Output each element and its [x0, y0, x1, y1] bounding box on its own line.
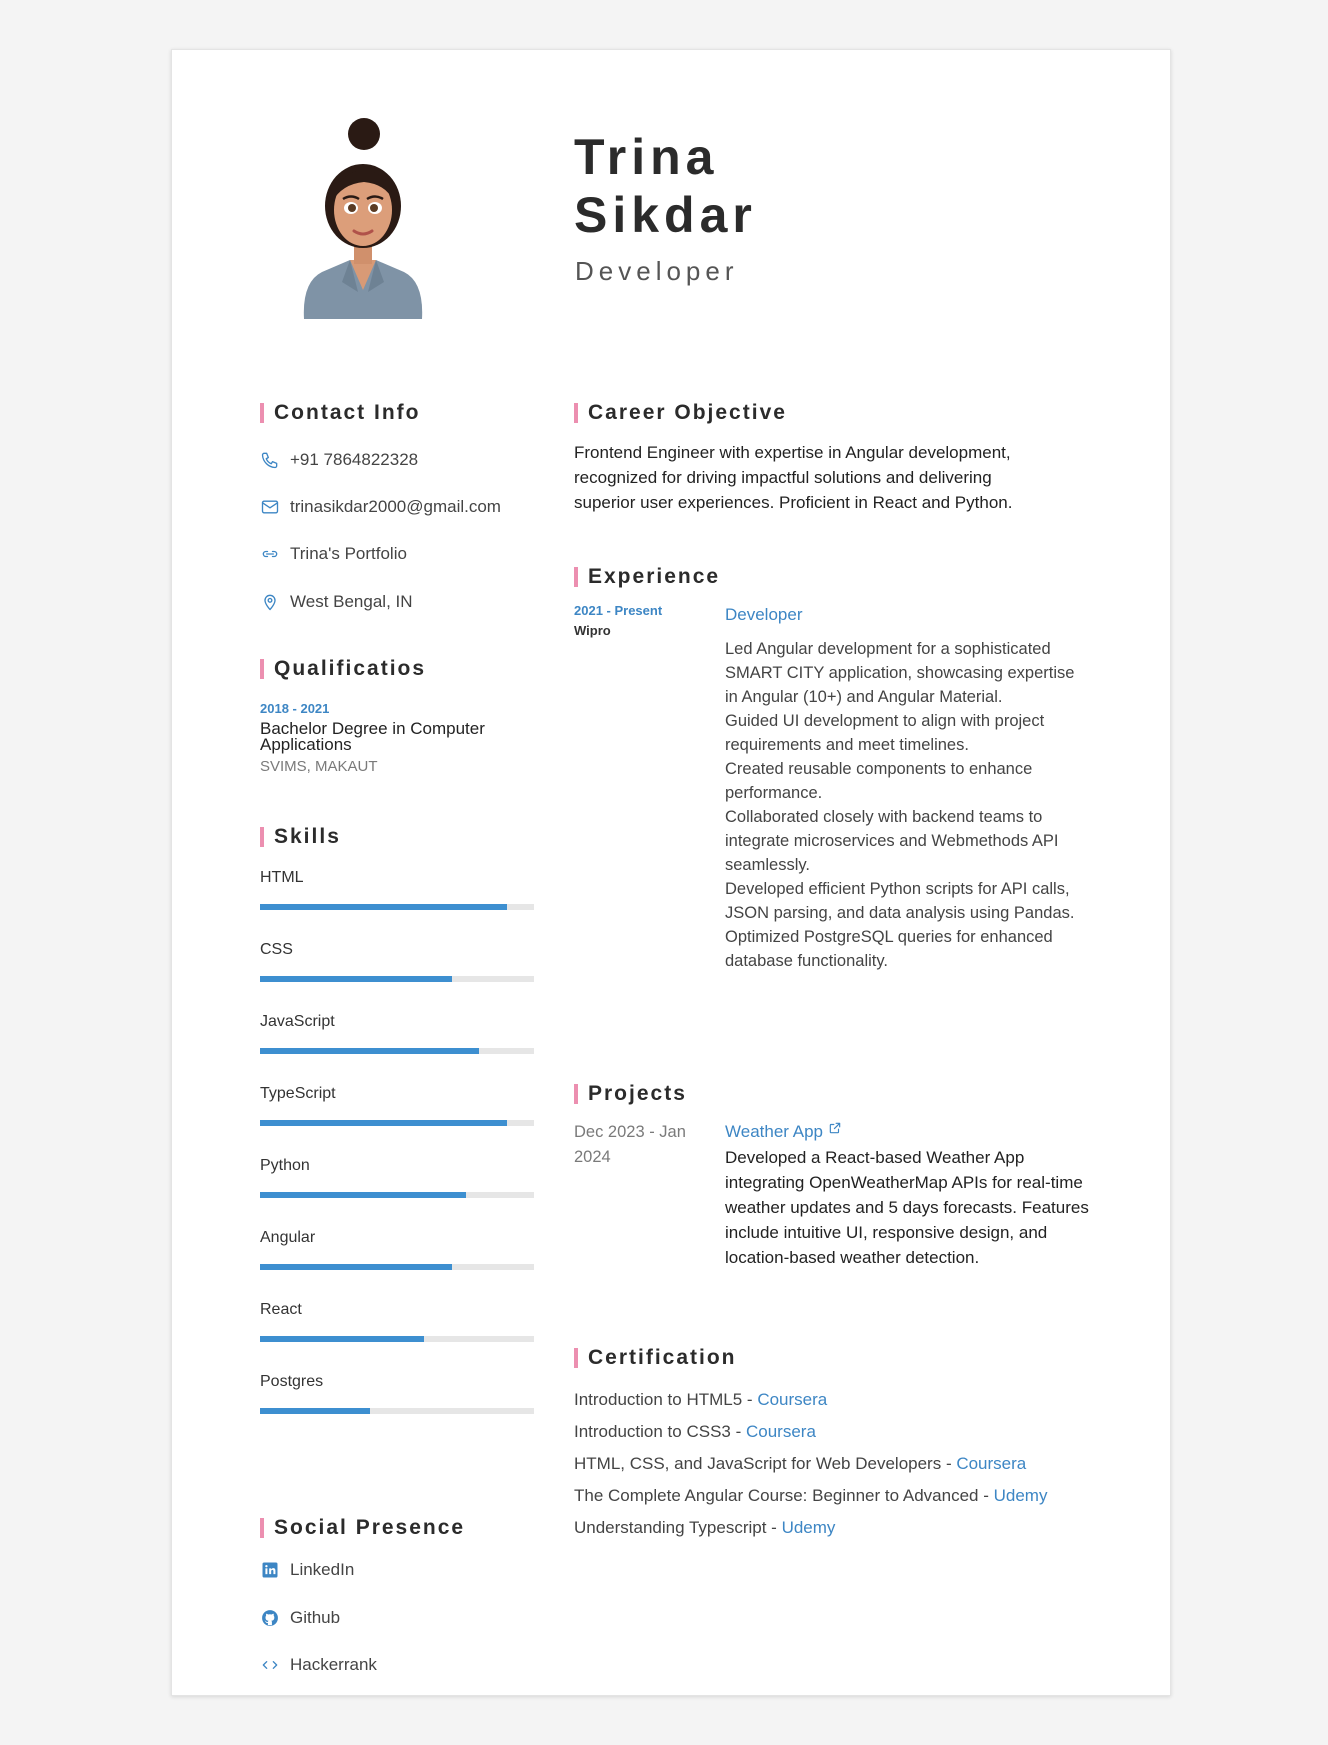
certification-course: The Complete Angular Course: Beginner to…: [574, 1486, 994, 1505]
resume-page: Trina Sikdar Developer Contact Info +91 …: [171, 49, 1171, 1696]
certification-item: The Complete Angular Course: Beginner to…: [574, 1486, 1047, 1506]
social-github[interactable]: Github: [260, 1608, 340, 1628]
hackerrank-label[interactable]: Hackerrank: [290, 1655, 377, 1675]
project-link[interactable]: Weather App: [725, 1122, 842, 1142]
job-title: Developer: [575, 256, 739, 286]
qualification-degree: Bachelor Degree in Computer Applications: [260, 719, 485, 754]
certification-provider-link[interactable]: Udemy: [994, 1486, 1048, 1505]
objective-heading: Career Objective: [574, 401, 787, 425]
certification-course: HTML, CSS, and JavaScript for Web Develo…: [574, 1454, 957, 1473]
contact-location: West Bengal, IN: [260, 592, 413, 612]
location-pin-icon: [264, 594, 276, 611]
skill-label: JavaScript: [260, 1013, 335, 1030]
phone-number: +91 7864822328: [290, 450, 419, 469]
experience-company: Wipro: [574, 623, 611, 638]
certification-provider-link[interactable]: Udemy: [782, 1518, 836, 1537]
skills-heading: Skills: [260, 825, 341, 849]
projects-heading: Projects: [574, 1082, 687, 1106]
certification-course: Understanding Typescript -: [574, 1518, 782, 1537]
skill-bar-fill: [260, 1192, 466, 1198]
skill-bar-track: [260, 1408, 534, 1414]
contact-phone: +91 7864822328: [260, 450, 418, 470]
mail-icon: [261, 500, 279, 514]
project-description: Developed a React-based Weather App inte…: [725, 1148, 1089, 1267]
experience-years: 2021 - Present: [574, 603, 663, 618]
github-label[interactable]: Github: [290, 1608, 340, 1628]
social-hackerrank[interactable]: Hackerrank: [260, 1655, 377, 1675]
skill-bar-track: [260, 976, 534, 982]
skill-bar-track: [260, 1192, 534, 1198]
certification-course: Introduction to HTML5 -: [574, 1390, 758, 1409]
last-name: Sikdar: [574, 187, 757, 243]
skill-bar-track: [260, 1264, 534, 1270]
portfolio-link[interactable]: Trina's Portfolio: [290, 544, 407, 564]
social-heading: Social Presence: [260, 1516, 465, 1540]
experience-heading: Experience: [574, 565, 720, 589]
certification-item: Understanding Typescript - Udemy: [574, 1518, 835, 1538]
skill-bar-track: [260, 1120, 534, 1126]
linkedin-icon: [262, 1562, 278, 1578]
contact-portfolio[interactable]: Trina's Portfolio: [260, 544, 407, 564]
skill-bar-fill: [260, 976, 452, 982]
skill-bar-track: [260, 1048, 534, 1054]
external-link-icon[interactable]: [828, 1121, 842, 1135]
skill-label: Python: [260, 1157, 310, 1174]
project-dates: Dec 2023 - Jan 2024: [574, 1123, 686, 1166]
skill-bar-fill: [260, 1408, 370, 1414]
code-brackets-icon: [262, 1661, 278, 1669]
skill-bar-fill: [260, 904, 507, 910]
link-icon: [262, 550, 278, 558]
experience-bullet: Optimized PostgreSQL queries for enhance…: [725, 928, 1053, 970]
skill-label: Angular: [260, 1229, 316, 1246]
qualification-years: 2018 - 2021: [260, 701, 330, 716]
skill-bar-fill: [260, 1336, 425, 1342]
contact-heading: Contact Info: [260, 401, 420, 425]
skill-bar-fill: [260, 1264, 452, 1270]
certification-provider-link[interactable]: Coursera: [956, 1454, 1026, 1473]
contact-email[interactable]: trinasikdar2000@gmail.com: [260, 497, 501, 517]
skill-label: Postgres: [260, 1373, 324, 1390]
experience-bullet: Collaborated closely with backend teams …: [725, 808, 1059, 874]
github-icon: [262, 1610, 278, 1626]
project-title[interactable]: Weather App: [725, 1122, 823, 1142]
skill-bar-fill: [260, 1048, 480, 1054]
skill-bar-track: [260, 1336, 534, 1342]
location-text: West Bengal, IN: [290, 592, 413, 611]
qualifications-heading: Qualificatios: [260, 657, 426, 681]
certification-item: HTML, CSS, and JavaScript for Web Develo…: [574, 1454, 1026, 1474]
certification-course: Introduction to CSS3 -: [574, 1422, 746, 1441]
experience-bullet: Created reusable components to enhance p…: [725, 760, 1033, 802]
career-objective-text: Frontend Engineer with expertise in Angu…: [574, 443, 1013, 512]
certification-item: Introduction to CSS3 - Coursera: [574, 1422, 816, 1442]
first-name: Trina: [574, 129, 719, 185]
experience-bullets: Led Angular development for a sophistica…: [725, 637, 1085, 973]
profile-avatar: [303, 118, 423, 319]
linkedin-label[interactable]: LinkedIn: [290, 1560, 354, 1580]
skill-label: HTML: [260, 869, 304, 886]
skill-label: React: [260, 1301, 302, 1318]
social-linkedin[interactable]: LinkedIn: [260, 1560, 354, 1580]
skill-label: TypeScript: [260, 1085, 336, 1102]
certification-provider-link[interactable]: Coursera: [757, 1390, 827, 1409]
certification-item: Introduction to HTML5 - Coursera: [574, 1390, 827, 1410]
certification-heading: Certification: [574, 1346, 737, 1370]
phone-icon: [261, 452, 278, 469]
candidate-name: Trina Sikdar: [574, 128, 757, 244]
email-address[interactable]: trinasikdar2000@gmail.com: [290, 497, 501, 517]
experience-bullet: Developed efficient Python scripts for A…: [725, 880, 1075, 922]
experience-bullet: Led Angular development for a sophistica…: [725, 640, 1075, 706]
skill-bar-fill: [260, 1120, 507, 1126]
qualification-school: SVIMS, MAKAUT: [260, 758, 378, 775]
experience-bullet: Guided UI development to align with proj…: [725, 712, 1045, 754]
experience-title: Developer: [725, 605, 803, 624]
certification-provider-link[interactable]: Coursera: [746, 1422, 816, 1441]
skill-label: CSS: [260, 941, 293, 958]
skill-bar-track: [260, 904, 534, 910]
